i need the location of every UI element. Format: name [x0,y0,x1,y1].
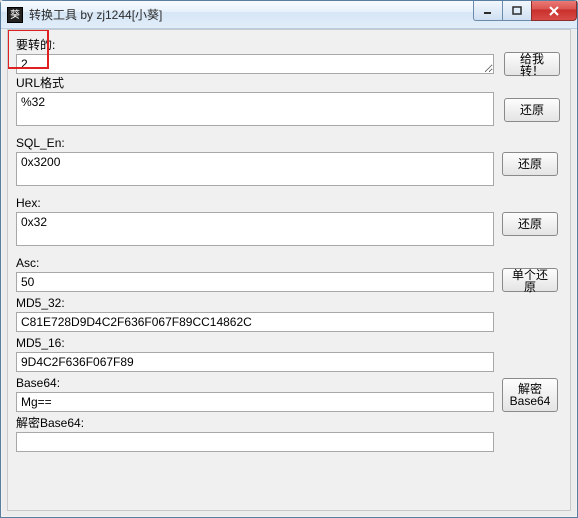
label-md5-32: MD5_32: [16,296,494,310]
single-restore-button[interactable]: 单个还原 [502,268,558,292]
hex-field[interactable] [16,212,494,246]
restore-hex-button[interactable]: 还原 [502,212,558,236]
label-input: 要转的: [16,38,494,52]
base64-field[interactable] [16,392,494,412]
minimize-button[interactable] [473,1,503,21]
input-field[interactable] [16,54,494,74]
md5-32-field[interactable] [16,312,494,332]
app-icon: 葵 [7,7,23,23]
md5-16-field[interactable] [16,352,494,372]
maximize-button[interactable] [502,1,532,21]
decrypt-base64-button[interactable]: 解密 Base64 [502,378,558,412]
label-base64: Base64: [16,376,494,390]
window-controls [474,1,577,21]
label-decode-base64: 解密Base64: [16,416,494,430]
convert-button[interactable]: 给我转！ [504,52,560,76]
restore-url-button[interactable]: 还原 [504,98,560,122]
url-field[interactable] [16,92,494,126]
label-url: URL格式 [16,76,494,90]
sql-en-field[interactable] [16,152,494,186]
label-hex: Hex: [16,196,494,210]
label-md5-16: MD5_16: [16,336,494,350]
asc-field[interactable] [16,272,494,292]
client-area: 要转的: URL格式 给我转！ 还原 SQL_En: 还原 [7,29,571,511]
label-sql-en: SQL_En: [16,136,494,150]
decode-base64-field[interactable] [16,432,494,452]
label-asc: Asc: [16,256,494,270]
titlebar[interactable]: 葵 转换工具 by zj1244[小葵] [1,1,577,29]
app-window: 葵 转换工具 by zj1244[小葵] 要转的: URL格式 给我转！ [0,0,578,518]
close-button[interactable] [531,1,577,21]
restore-sql-button[interactable]: 还原 [502,152,558,176]
